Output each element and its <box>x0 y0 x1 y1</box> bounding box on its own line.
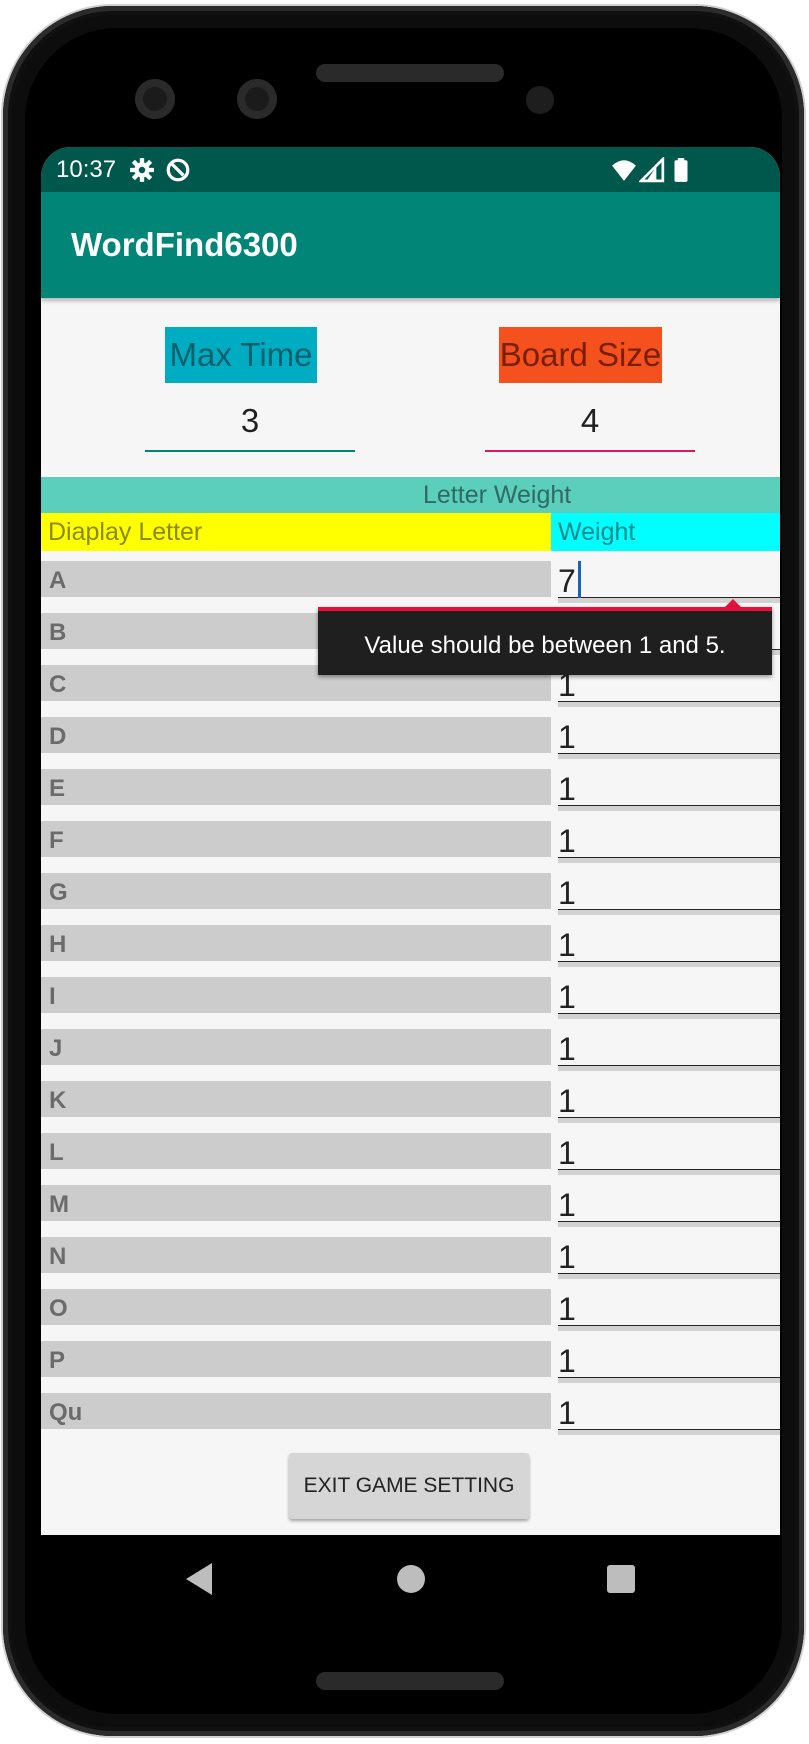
display-letter-cell: E <box>41 769 551 805</box>
board-size-label: Board Size <box>499 327 662 383</box>
display-letter-column-header: Diaplay Letter <box>41 513 551 551</box>
letter-weight-title: Letter Weight <box>41 477 780 513</box>
navigation-bar <box>41 1535 780 1624</box>
bottom-speaker <box>316 1672 504 1690</box>
display-letter-cell: K <box>41 1081 551 1117</box>
back-icon[interactable] <box>186 1563 212 1595</box>
exit-game-setting-button[interactable]: EXIT GAME SETTING <box>289 1453 529 1519</box>
display-letter-cell: J <box>41 1029 551 1065</box>
max-time-input[interactable]: 3 <box>145 392 355 452</box>
weight-input[interactable]: 1 <box>558 871 780 915</box>
battery-icon <box>674 158 688 182</box>
display-letter-cell: P <box>41 1341 551 1377</box>
validation-error-popup: Value should be between 1 and 5. <box>318 607 772 675</box>
weight-value: 1 <box>558 1083 576 1119</box>
display-letter-cell: L <box>41 1133 551 1169</box>
weight-value: 1 <box>558 927 576 963</box>
display-letter-cell: O <box>41 1289 551 1325</box>
weight-value: 1 <box>558 1291 576 1327</box>
display-letter-cell: N <box>41 1237 551 1273</box>
weight-input[interactable]: 1 <box>558 1391 780 1435</box>
letter-weight-row: L1 <box>41 1131 780 1183</box>
weight-input[interactable]: 1 <box>558 975 780 1019</box>
app-screen: 10:37 WordFind6300 Max Time Board Size 3… <box>41 147 780 1624</box>
display-letter-cell: Qu <box>41 1393 551 1429</box>
weight-column-header: Weight <box>551 513 780 551</box>
letter-weight-row: P1 <box>41 1339 780 1391</box>
letter-weight-row: K1 <box>41 1079 780 1131</box>
letter-weight-row: N1 <box>41 1235 780 1287</box>
status-bar: 10:37 <box>41 147 780 192</box>
proximity-sensor-icon <box>526 86 554 114</box>
weight-value: 1 <box>558 875 576 911</box>
device-frame: 10:37 WordFind6300 Max Time Board Size 3… <box>3 6 804 1736</box>
recent-apps-icon[interactable] <box>607 1565 635 1593</box>
weight-value: 1 <box>558 719 576 755</box>
weight-input[interactable]: 1 <box>558 1027 780 1071</box>
letter-weight-list: A7B5C1D1E1F1G1H1I1J1K1L1M1N1O1P1Qu1 <box>41 559 780 1443</box>
front-camera-icon <box>135 79 175 119</box>
weight-value: 1 <box>558 1343 576 1379</box>
letter-weight-row: Qu 1 <box>41 1391 780 1443</box>
front-sensor-icon <box>237 79 277 119</box>
letter-weight-row: D1 <box>41 715 780 767</box>
weight-input[interactable]: 1 <box>558 1183 780 1227</box>
status-time: 10:37 <box>56 156 117 183</box>
letter-weight-row: J1 <box>41 1027 780 1079</box>
weight-input[interactable]: 1 <box>558 715 780 759</box>
display-letter-cell: H <box>41 925 551 961</box>
board-size-input[interactable]: 4 <box>485 392 695 452</box>
display-letter-cell: A <box>41 561 551 597</box>
weight-input[interactable]: 1 <box>558 1079 780 1123</box>
weight-input[interactable]: 1 <box>558 1235 780 1279</box>
weight-input[interactable]: 1 <box>558 1131 780 1175</box>
weight-input[interactable]: 1 <box>558 1339 780 1383</box>
letter-weight-row: H1 <box>41 923 780 975</box>
letter-weight-row: A7 <box>41 559 780 611</box>
weight-value: 1 <box>558 1135 576 1171</box>
weight-value: 7 <box>558 563 576 599</box>
text-cursor <box>578 561 581 601</box>
letter-weight-row: F1 <box>41 819 780 871</box>
app-title: WordFind6300 <box>71 226 298 263</box>
display-letter-cell: M <box>41 1185 551 1221</box>
weight-input[interactable]: 1 <box>558 1287 780 1331</box>
display-letter-cell: D <box>41 717 551 753</box>
weight-input[interactable]: 1 <box>558 923 780 967</box>
gear-icon <box>130 158 154 182</box>
letter-weight-row: E1 <box>41 767 780 819</box>
weight-value: 1 <box>558 1239 576 1275</box>
weight-input[interactable]: 1 <box>558 819 780 863</box>
display-letter-cell: G <box>41 873 551 909</box>
weight-value: 1 <box>558 1395 576 1431</box>
weight-value: 1 <box>558 1031 576 1067</box>
weight-value: 1 <box>558 823 576 859</box>
wifi-icon <box>612 160 636 181</box>
letter-weight-title-text: Letter Weight <box>423 481 572 509</box>
weight-input[interactable]: 1 <box>558 767 780 811</box>
weight-value: 1 <box>558 979 576 1015</box>
earpiece-speaker <box>316 64 504 82</box>
letter-weight-row: I1 <box>41 975 780 1027</box>
weight-value: 1 <box>558 771 576 807</box>
weight-value: 1 <box>558 1187 576 1223</box>
home-icon[interactable] <box>397 1565 425 1593</box>
signal-icon <box>639 157 665 183</box>
letter-weight-row: O1 <box>41 1287 780 1339</box>
letter-weight-row: M1 <box>41 1183 780 1235</box>
max-time-label: Max Time <box>165 327 317 383</box>
display-letter-cell: F <box>41 821 551 857</box>
weight-input[interactable]: 7 <box>558 559 780 603</box>
letter-weight-row: G1 <box>41 871 780 923</box>
display-letter-cell: I <box>41 977 551 1013</box>
sync-icon <box>166 158 190 182</box>
app-bar: WordFind6300 <box>41 192 780 298</box>
